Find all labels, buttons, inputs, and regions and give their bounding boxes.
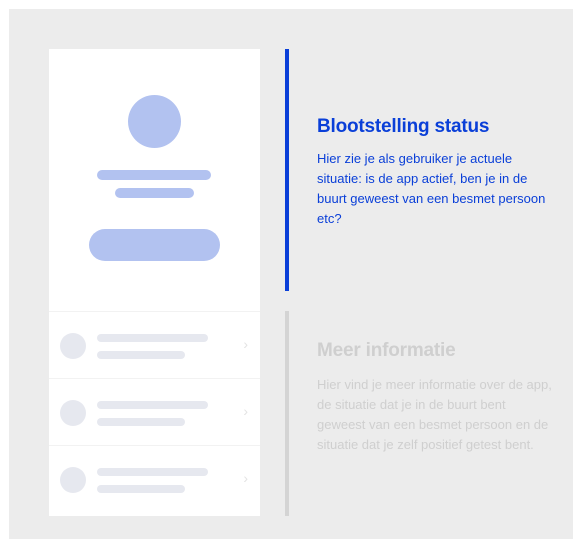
button-placeholder xyxy=(89,229,220,261)
list-item-title-placeholder xyxy=(97,401,208,409)
section-divider-inactive xyxy=(285,311,289,516)
list-item-title-placeholder xyxy=(97,468,208,476)
list-item-title-placeholder xyxy=(97,334,208,342)
chevron-right-icon: › xyxy=(243,403,248,419)
section-title: Blootstelling status xyxy=(317,116,490,137)
list-item: › xyxy=(49,378,260,446)
title-placeholder xyxy=(97,170,211,180)
list-item-icon-placeholder xyxy=(60,333,86,359)
subtitle-placeholder xyxy=(115,188,194,198)
chevron-right-icon: › xyxy=(243,470,248,486)
chevron-right-icon: › xyxy=(243,336,248,352)
avatar-placeholder xyxy=(128,95,181,148)
list-item-icon-placeholder xyxy=(60,467,86,493)
section-title: Meer informatie xyxy=(317,340,456,361)
section-description: Hier zie je als gebruiker je actuele sit… xyxy=(317,151,546,226)
section-description: Hier vind je meer informatie over de app… xyxy=(317,377,552,452)
list-item: › xyxy=(49,445,260,513)
section-divider-active xyxy=(285,49,289,291)
list-item-subtitle-placeholder xyxy=(97,418,185,426)
phone-wireframe: › › › xyxy=(49,49,260,516)
list-item: › xyxy=(49,311,260,379)
list-item-subtitle-placeholder xyxy=(97,351,185,359)
list-item-icon-placeholder xyxy=(60,400,86,426)
list-item-subtitle-placeholder xyxy=(97,485,185,493)
